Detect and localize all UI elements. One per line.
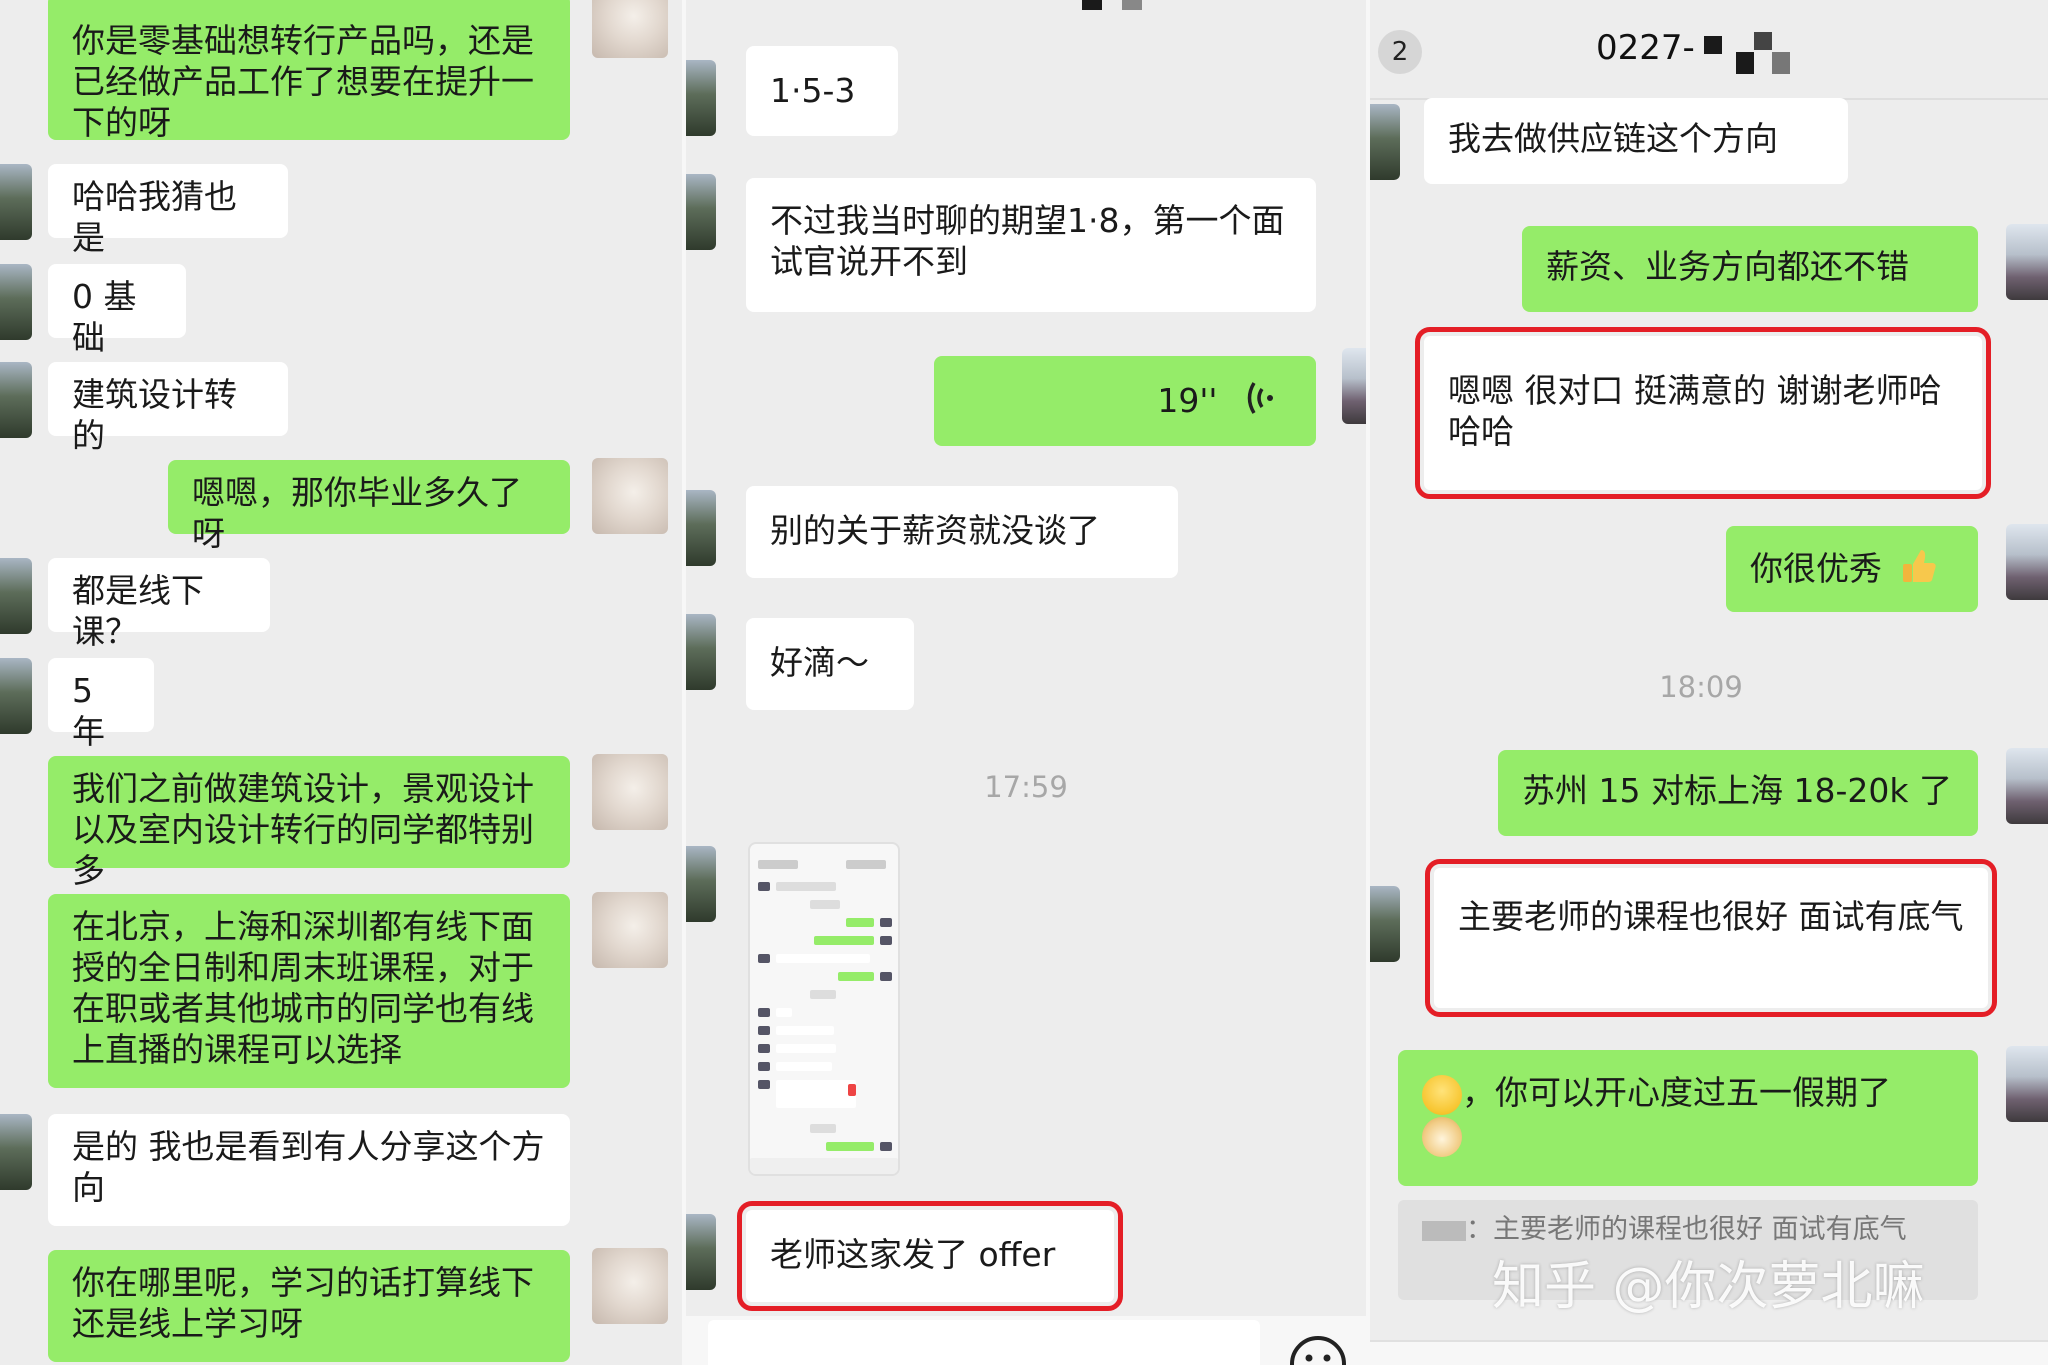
message-text: 你在哪里呢，学习的话打算线下还是线上学习呀: [72, 1263, 534, 1343]
watermark: 知乎 @你次萝北嘛: [1492, 1257, 1925, 1317]
avatar[interactable]: [1342, 348, 1366, 424]
avatar[interactable]: [686, 174, 716, 250]
message-bubble[interactable]: 哈哈我猜也是: [48, 164, 288, 257]
message-text: 苏州 15 对标上海 18-20k 了: [1522, 771, 1952, 810]
message-bubble[interactable]: 5 年: [48, 658, 154, 751]
message-bubble[interactable]: 薪资、业务方向都还不错: [1522, 226, 1978, 312]
redacted-mosaic: [1122, 0, 1142, 10]
message-text: 在北京，上海和深圳都有线下面授的全日制和周末班课程，对于在职或者其他城市的同学也…: [72, 907, 534, 1069]
avatar[interactable]: [2006, 748, 2048, 824]
message-bubble[interactable]: 建筑设计转的: [48, 362, 288, 455]
message-input[interactable]: [708, 1320, 1260, 1365]
message-timestamp: 17:59: [984, 770, 1068, 804]
avatar[interactable]: [2006, 1046, 2048, 1122]
redacted-mosaic: [1736, 52, 1754, 74]
message-bubble[interactable]: 主要老师的课程也很好 面试有底气: [1425, 859, 1997, 1017]
message-bubble[interactable]: 别的关于薪资就没谈了: [746, 486, 1178, 578]
chat-input-bar: [686, 1316, 1366, 1365]
avatar[interactable]: [592, 458, 668, 534]
avatar[interactable]: [0, 658, 32, 734]
message-text: 建筑设计转的: [72, 375, 237, 455]
message-text: 老师这家发了 offer: [770, 1235, 1056, 1274]
avatar[interactable]: [2006, 524, 2048, 600]
message-text: ，你可以开心度过五一假期了: [1462, 1073, 1891, 1112]
avatar[interactable]: [1370, 104, 1400, 180]
avatar[interactable]: [686, 490, 716, 566]
avatar[interactable]: [686, 846, 716, 922]
message-bubble[interactable]: 好滴～: [746, 618, 914, 710]
message-text: 5 年: [72, 671, 105, 751]
quote-text: 主要老师的课程也很好 面试有底气: [1493, 1214, 1907, 1245]
avatar[interactable]: [2006, 224, 2048, 300]
avatar[interactable]: [1370, 886, 1400, 962]
avatar[interactable]: [592, 1248, 668, 1324]
message-text: 0 基础: [72, 277, 137, 357]
message-text: 都是线下课？: [72, 571, 204, 651]
avatar[interactable]: [0, 164, 32, 240]
message-bubble[interactable]: 嗯嗯 很对口 挺满意的 谢谢老师哈哈哈: [1415, 327, 1991, 499]
message-text: 我去做供应链这个方向: [1448, 119, 1778, 158]
avatar[interactable]: [0, 362, 32, 438]
message-bubble[interactable]: 你是零基础想转行产品吗，还是已经做产品工作了想要在提升一下的呀: [48, 0, 570, 142]
redacted-mosaic: [1754, 32, 1772, 50]
message-text: 你很优秀: [1750, 549, 1882, 588]
avatar[interactable]: [592, 892, 668, 968]
avatar[interactable]: [0, 1114, 32, 1190]
message-text: 你是零基础想转行产品吗，还是已经做产品工作了想要在提升一下的呀: [72, 21, 534, 142]
avatar[interactable]: [592, 0, 668, 58]
unread-badge[interactable]: 2: [1378, 30, 1422, 74]
chat-panel-middle: 1·5-3 不过我当时聊的期望1·8，第一个面试官说开不到 19'' 别的关于薪…: [686, 0, 1366, 1365]
voice-duration: 19'': [1157, 381, 1218, 420]
avatar[interactable]: [0, 558, 32, 634]
avatar[interactable]: [686, 1214, 716, 1290]
thumbs-up-icon: [1899, 546, 1939, 595]
chat-input-bar: [1370, 1340, 2048, 1365]
redacted-mosaic: [1422, 1220, 1466, 1241]
message-text: 1·5-3: [770, 71, 856, 110]
message-text: 嗯嗯 很对口 挺满意的 谢谢老师哈哈哈: [1448, 371, 1942, 451]
message-text: 薪资、业务方向都还不错: [1546, 247, 1909, 286]
message-bubble[interactable]: 我去做供应链这个方向: [1424, 98, 1848, 184]
message-text: 主要老师的课程也很好 面试有底气: [1458, 897, 1964, 936]
redacted-mosaic: [1704, 36, 1722, 54]
smiley-icon[interactable]: [1288, 1334, 1348, 1365]
message-text: 嗯嗯，那你毕业多久了呀: [192, 473, 522, 553]
avatar[interactable]: [0, 264, 32, 340]
message-text: 哈哈我猜也是: [72, 177, 237, 257]
avatar[interactable]: [592, 754, 668, 830]
message-bubble[interactable]: 你在哪里呢，学习的话打算线下还是线上学习呀: [48, 1250, 570, 1362]
message-bubble[interactable]: ，你可以开心度过五一假期了: [1398, 1050, 1978, 1186]
screenshot-image-message[interactable]: [748, 842, 900, 1176]
message-bubble[interactable]: 0 基础: [48, 264, 186, 357]
chat-panel-left: 你是零基础想转行产品吗，还是已经做产品工作了想要在提升一下的呀 哈哈我猜也是 0…: [0, 0, 682, 1365]
avatar[interactable]: [686, 60, 716, 136]
message-bubble[interactable]: 老师这家发了 offer: [737, 1201, 1123, 1311]
redacted-mosaic: [1772, 52, 1790, 74]
message-text: 不过我当时聊的期望1·8，第一个面试官说开不到: [770, 201, 1285, 281]
message-bubble[interactable]: 嗯嗯，那你毕业多久了呀: [168, 460, 570, 553]
message-bubble[interactable]: 你很优秀: [1726, 526, 1978, 612]
message-bubble[interactable]: 1·5-3: [746, 46, 898, 136]
message-bubble[interactable]: 不过我当时聊的期望1·8，第一个面试官说开不到: [746, 178, 1316, 312]
message-bubble[interactable]: 是的 我也是看到有人分享这个方向: [48, 1114, 570, 1226]
message-bubble[interactable]: 在北京，上海和深圳都有线下面授的全日制和周末班课程，对于在职或者其他城市的同学也…: [48, 894, 570, 1088]
grinning-face-icon: [1422, 1074, 1462, 1115]
message-text: 我们之前做建筑设计，景观设计以及室内设计转行的同学都特别多: [72, 769, 534, 890]
message-text: 是的 我也是看到有人分享这个方向: [72, 1127, 545, 1207]
quote-prefix: ：: [1466, 1214, 1493, 1245]
message-bubble[interactable]: 苏州 15 对标上海 18-20k 了: [1498, 750, 1978, 836]
voice-wave-icon: [1246, 380, 1276, 425]
voice-message-bubble[interactable]: 19'': [934, 356, 1316, 446]
message-text: 别的关于薪资就没谈了: [770, 511, 1100, 550]
doge-icon: [1422, 1117, 1462, 1157]
message-timestamp: 18:09: [1659, 670, 1743, 704]
message-bubble[interactable]: 都是线下课？: [48, 558, 270, 651]
avatar[interactable]: [686, 614, 716, 690]
message-text: 好滴～: [770, 643, 869, 682]
chat-title: 0227-: [1596, 28, 1695, 68]
redacted-mosaic: [1082, 0, 1102, 10]
message-bubble[interactable]: 我们之前做建筑设计，景观设计以及室内设计转行的同学都特别多: [48, 756, 570, 890]
chat-panel-right: 2 0227- 我去做供应链这个方向 薪资、业务方向都还不错 嗯嗯 很对口 挺满…: [1370, 0, 2048, 1365]
